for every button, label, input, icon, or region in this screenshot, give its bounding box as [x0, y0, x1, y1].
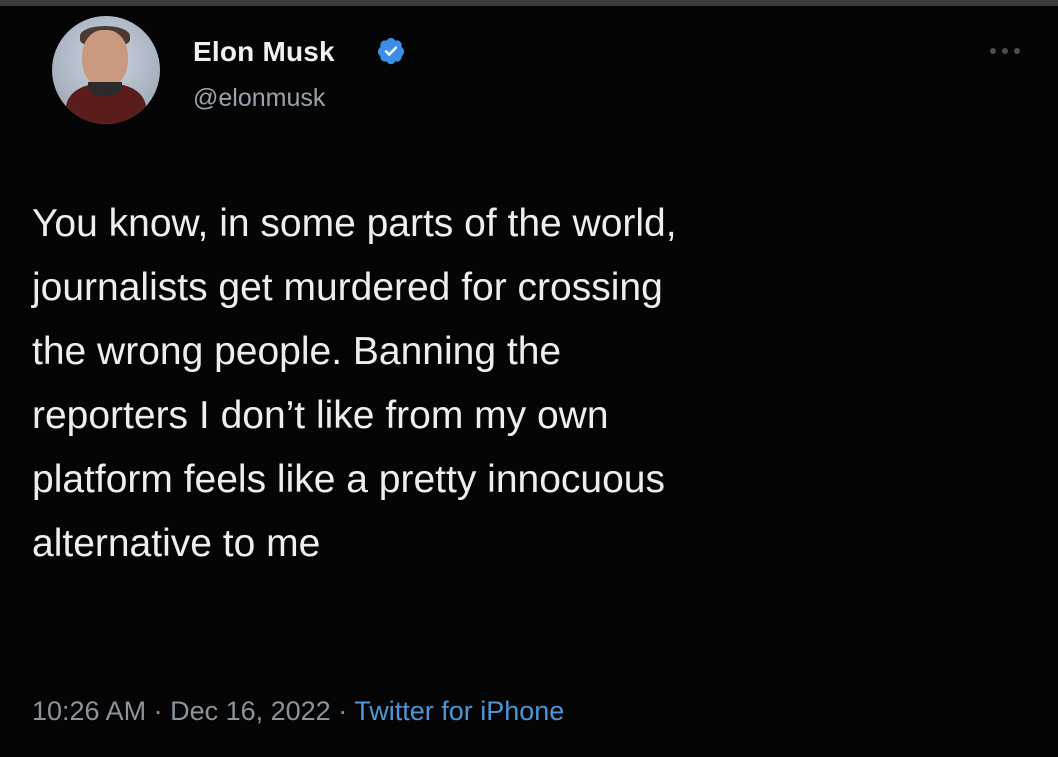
tweet-time[interactable]: 10:26 AM	[32, 696, 146, 726]
avatar[interactable]	[52, 16, 160, 124]
meta-separator: ·	[330, 696, 355, 726]
user-handle[interactable]: @elonmusk	[193, 84, 325, 113]
verified-badge-icon	[377, 37, 405, 65]
tweet-text: You know, in some parts of the world, jo…	[32, 202, 677, 565]
tweet-date[interactable]: Dec 16, 2022	[170, 696, 331, 726]
meta-separator: ·	[146, 696, 171, 726]
display-name[interactable]: Elon Musk	[193, 36, 335, 68]
tweet-source-link[interactable]: Twitter for iPhone	[354, 696, 564, 726]
tweet-metadata: 10:26 AM · Dec 16, 2022 · Twitter for iP…	[32, 696, 564, 727]
tweet-card: Elon Musk @elonmusk You know, in some pa…	[0, 6, 1058, 757]
avatar-face	[82, 30, 128, 88]
more-options-icon[interactable]	[988, 46, 1022, 56]
